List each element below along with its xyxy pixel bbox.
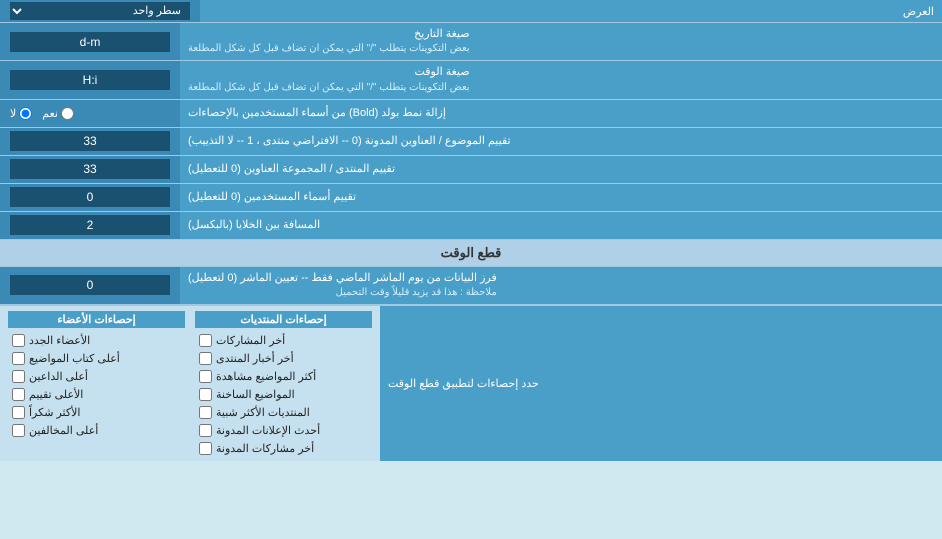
checkbox-col2-3[interactable] xyxy=(12,388,25,401)
checkbox-col1-6[interactable] xyxy=(199,442,212,455)
list-item: الأعضاء الجدد xyxy=(8,333,185,348)
cutoff-section-header: قطع الوقت xyxy=(0,240,942,267)
list-item: أكثر المواضيع مشاهدة xyxy=(195,369,372,384)
bold-yes-label: نعم xyxy=(42,107,74,120)
bold-remove-label: إزالة نمط بولد (Bold) من أسماء المستخدمي… xyxy=(180,100,942,127)
list-item: أعلى المخالفين xyxy=(8,423,185,438)
cutoff-input[interactable] xyxy=(10,275,170,295)
list-item: الأعلى تقييم xyxy=(8,387,185,402)
cell-spacing-row: المسافة بين الخلايا (بالبكسل) xyxy=(0,212,942,240)
list-item: أعلى كتاب المواضيع xyxy=(8,351,185,366)
bold-no-radio[interactable] xyxy=(19,107,32,120)
list-item: المنتديات الأكثر شبية xyxy=(195,405,372,420)
date-format-input-container xyxy=(0,23,180,60)
forum-order-label: تقييم المنتدى / المجموعة العناوين (0 للت… xyxy=(180,156,942,183)
bold-no-label: لا xyxy=(10,107,32,120)
time-format-label: صيغة الوقت بعض التكوينات يتطلب "/" التي … xyxy=(180,61,942,98)
list-item: أخر أخبار المنتدى xyxy=(195,351,372,366)
checkbox-col1-1[interactable] xyxy=(199,352,212,365)
cutoff-row: فرز البيانات من يوم الماشر الماضي فقط --… xyxy=(0,267,942,305)
users-order-input-container xyxy=(0,184,180,211)
list-item: أعلى الداعين xyxy=(8,369,185,384)
time-format-input[interactable] xyxy=(10,70,170,90)
time-format-row: صيغة الوقت بعض التكوينات يتطلب "/" التي … xyxy=(0,61,942,99)
checkbox-col1-4[interactable] xyxy=(199,406,212,419)
list-item: أخر مشاركات المدونة xyxy=(195,441,372,456)
checkbox-col2-0[interactable] xyxy=(12,334,25,347)
cutoff-label: فرز البيانات من يوم الماشر الماضي فقط --… xyxy=(180,267,942,304)
topic-order-input[interactable] xyxy=(10,131,170,151)
forum-order-input[interactable] xyxy=(10,159,170,179)
date-format-label: صيغة التاريخ بعض التكوينات يتطلب "/" الت… xyxy=(180,23,942,60)
date-format-row: صيغة التاريخ بعض التكوينات يتطلب "/" الت… xyxy=(0,23,942,61)
bold-remove-radio-container: نعم لا xyxy=(0,100,180,127)
checkbox-col1-5[interactable] xyxy=(199,424,212,437)
forum-order-input-container xyxy=(0,156,180,183)
list-item: الأكثر شكراً xyxy=(8,405,185,420)
cutoff-input-container xyxy=(0,267,180,304)
cell-spacing-input[interactable] xyxy=(10,215,170,235)
date-format-input[interactable] xyxy=(10,32,170,52)
col2-container: إحصاءات الأعضاء الأعضاء الجدد أعلى كتاب … xyxy=(8,311,185,456)
checkbox-col1-3[interactable] xyxy=(199,388,212,401)
topic-order-label: تقييم الموضوع / العناوين المدونة (0 -- ا… xyxy=(180,128,942,155)
list-item: المواضيع الساخنة xyxy=(195,387,372,402)
checkbox-col2-5[interactable] xyxy=(12,424,25,437)
display-select[interactable]: سطر واحد سطرين ثلاثة أسطر xyxy=(10,2,190,20)
checkboxes-container: إحصاءات المنتديات أخر المشاركات أخر أخبا… xyxy=(0,306,380,461)
limit-label: حدد إحصاءات لتطبيق قطع الوقت xyxy=(380,306,942,461)
checkbox-col2-1[interactable] xyxy=(12,352,25,365)
bold-remove-row: إزالة نمط بولد (Bold) من أسماء المستخدمي… xyxy=(0,100,942,128)
cell-spacing-label: المسافة بين الخلايا (بالبكسل) xyxy=(180,212,942,239)
list-item: أحدث الإعلانات المدونة xyxy=(195,423,372,438)
display-select-container: سطر واحد سطرين ثلاثة أسطر xyxy=(0,0,200,22)
time-format-input-container xyxy=(0,61,180,98)
checkbox-section: حدد إحصاءات لتطبيق قطع الوقت إحصاءات الم… xyxy=(0,305,942,461)
users-order-label: تقييم أسماء المستخدمين (0 للتعطيل) xyxy=(180,184,942,211)
cell-spacing-input-container xyxy=(0,212,180,239)
forum-order-row: تقييم المنتدى / المجموعة العناوين (0 للت… xyxy=(0,156,942,184)
col1-header: إحصاءات المنتديات xyxy=(195,311,372,328)
topic-order-row: تقييم الموضوع / العناوين المدونة (0 -- ا… xyxy=(0,128,942,156)
col2-header: إحصاءات الأعضاء xyxy=(8,311,185,328)
list-item: أخر المشاركات xyxy=(195,333,372,348)
topic-order-input-container xyxy=(0,128,180,155)
users-order-row: تقييم أسماء المستخدمين (0 للتعطيل) xyxy=(0,184,942,212)
checkbox-col2-2[interactable] xyxy=(12,370,25,383)
display-label: العرض xyxy=(200,2,942,21)
checkbox-col1-0[interactable] xyxy=(199,334,212,347)
users-order-input[interactable] xyxy=(10,187,170,207)
bold-yes-radio[interactable] xyxy=(61,107,74,120)
checkbox-col2-4[interactable] xyxy=(12,406,25,419)
col1-container: إحصاءات المنتديات أخر المشاركات أخر أخبا… xyxy=(195,311,372,456)
checkbox-col1-2[interactable] xyxy=(199,370,212,383)
